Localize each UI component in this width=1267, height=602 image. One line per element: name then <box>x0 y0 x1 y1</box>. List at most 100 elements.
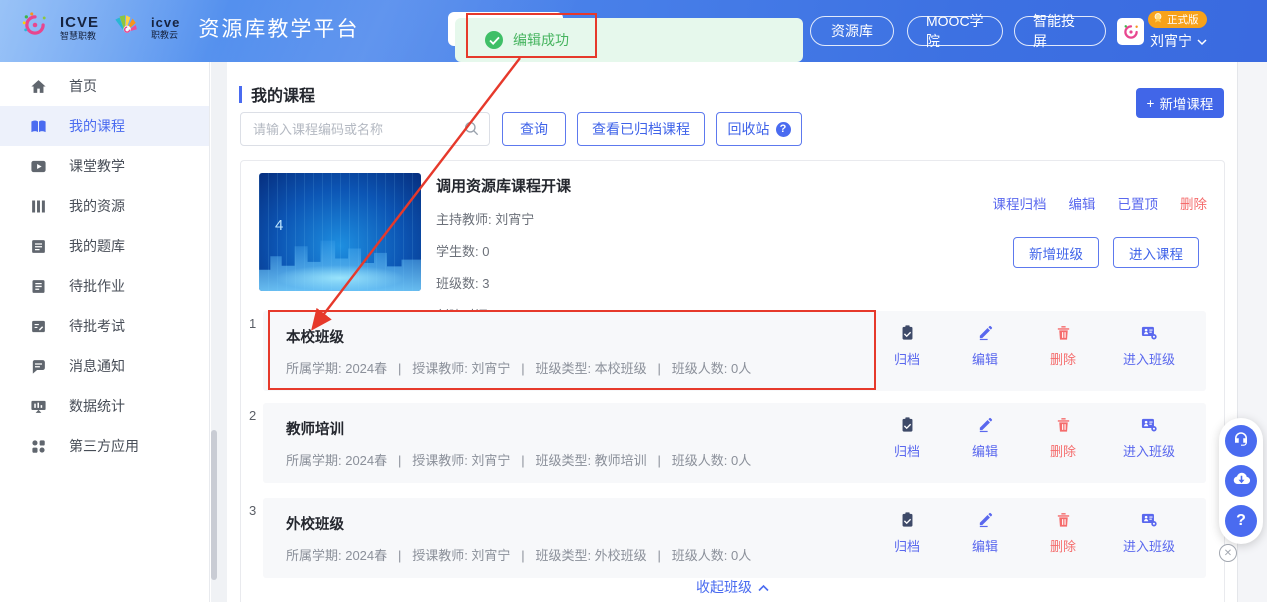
delete-icon <box>1055 416 1072 436</box>
sidebar-item-messages[interactable]: 消息通知 <box>0 346 209 386</box>
archive-action[interactable]: 归档 <box>884 511 930 555</box>
page-title: 我的课程 <box>239 82 315 106</box>
row-index: 1 <box>249 316 257 331</box>
plus-icon: + <box>1146 95 1155 111</box>
row-index: 3 <box>249 503 257 518</box>
class-row[interactable]: 3 外校班级 所属学期: 2024春 | 授课教师: 刘宵宁 | 班级类型: 外… <box>249 498 1206 578</box>
course-card: 4 调用资源库课程开课 主持教师: 刘宵宁 学生数: 0 班级数: 3 创建时间… <box>240 160 1225 602</box>
page: ICVE 智慧职教 icve 职教云 资源库教学平台 资源库 MOOC学院 智能… <box>0 0 1267 602</box>
sidebar-item-classroom[interactable]: 课堂教学 <box>0 146 209 186</box>
download-button[interactable] <box>1225 465 1257 497</box>
sidebar-item-label: 数据统计 <box>69 398 125 414</box>
delete-action[interactable]: 删除 <box>1040 511 1086 555</box>
sidebar-item-exams[interactable]: 待批考试 <box>0 306 209 346</box>
question-bank-icon <box>30 238 47 255</box>
archive-icon <box>899 324 916 344</box>
statistics-icon <box>30 398 47 415</box>
sidebar-item-label: 首页 <box>69 78 97 94</box>
nav-screencast-button[interactable]: 智能投屏 <box>1014 13 1106 49</box>
class-row[interactable]: 1 本校班级 所属学期: 2024春 | 授课教师: 刘宵宁 | 班级类型: 本… <box>249 311 1206 391</box>
question-icon: ? <box>1236 512 1246 529</box>
edit-icon <box>977 511 994 531</box>
delete-action[interactable]: 删除 <box>1040 324 1086 368</box>
search-icon[interactable] <box>463 120 481 138</box>
sidebar-item-home[interactable]: 首页 <box>0 66 209 106</box>
edit-icon <box>977 324 994 344</box>
edit-action[interactable]: 编辑 <box>962 416 1008 460</box>
delete-action[interactable]: 删除 <box>1040 416 1086 460</box>
delete-icon <box>1055 324 1072 344</box>
brand1-sub: 智慧职教 <box>60 30 97 41</box>
edit-action[interactable]: 编辑 <box>962 324 1008 368</box>
sidebar-item-my-courses[interactable]: 我的课程 <box>0 106 209 146</box>
delete-label: 删除 <box>1049 539 1076 554</box>
edit-label: 编辑 <box>971 444 998 459</box>
course-thumbnail[interactable]: 4 <box>259 173 421 291</box>
enter-class-action[interactable]: 进入班级 <box>1118 416 1180 460</box>
sidebar-item-my-resources[interactable]: 我的资源 <box>0 186 209 226</box>
archive-icon <box>899 511 916 531</box>
course-delete-link[interactable]: 删除 <box>1180 193 1207 213</box>
enter-class-icon <box>1140 324 1158 344</box>
archive-label: 归档 <box>893 352 920 367</box>
sidebar-item-label: 待批作业 <box>69 278 125 294</box>
success-toast: 编辑成功 <box>455 18 803 62</box>
success-check-icon <box>485 31 503 49</box>
course-pinned-link[interactable]: 已置顶 <box>1118 193 1159 213</box>
recycle-label: 回收站 <box>727 121 770 137</box>
edit-action[interactable]: 编辑 <box>962 511 1008 555</box>
archive-action[interactable]: 归档 <box>884 416 930 460</box>
nav-resource-lib-button[interactable]: 资源库 <box>810 16 894 46</box>
recycle-bin-button[interactable]: 回收站 ? <box>716 112 802 146</box>
scrollbar-thumb[interactable] <box>211 430 217 580</box>
class-name: 外校班级 <box>286 517 344 533</box>
class-meta: 所属学期: 2024春 | 授课教师: 刘宵宁 | 班级类型: 教师培训 | 班… <box>286 453 752 468</box>
enter-class-label: 进入班级 <box>1122 444 1175 459</box>
enter-class-action[interactable]: 进入班级 <box>1118 324 1180 368</box>
home-icon <box>30 78 47 95</box>
row-actions: 归档 编辑 删除 进入班级 <box>884 324 1180 368</box>
sidebar-item-statistics[interactable]: 数据统计 <box>0 386 209 426</box>
sidebar-item-third-party[interactable]: 第三方应用 <box>0 426 209 466</box>
help-button[interactable]: ? <box>1225 505 1257 537</box>
class-row[interactable]: 2 教师培训 所属学期: 2024春 | 授课教师: 刘宵宁 | 班级类型: 教… <box>249 403 1206 483</box>
brand1-text: ICVE 智慧职教 <box>60 15 99 41</box>
add-class-button[interactable]: 新增班级 <box>1013 237 1099 268</box>
enter-class-action[interactable]: 进入班级 <box>1118 511 1180 555</box>
resources-icon <box>30 198 47 215</box>
course-search-input[interactable] <box>240 112 490 146</box>
course-info: 调用资源库课程开课 主持教师: 刘宵宁 学生数: 0 班级数: 3 创建时间: … <box>436 175 616 324</box>
user-menu[interactable]: 刘宵宁 <box>1150 31 1207 51</box>
classroom-icon <box>30 158 47 175</box>
chevron-down-icon <box>1197 33 1207 49</box>
delete-icon <box>1055 511 1072 531</box>
class-meta: 所属学期: 2024春 | 授课教师: 刘宵宁 | 班级类型: 本校班级 | 班… <box>286 361 752 376</box>
nav-mooc-button[interactable]: MOOC学院 <box>907 13 1003 49</box>
course-link-actions: 课程归档 编辑 已置顶 删除 <box>993 193 1208 213</box>
archive-action[interactable]: 归档 <box>884 324 930 368</box>
sidebar-item-label: 第三方应用 <box>69 438 139 454</box>
page-title-text: 我的课程 <box>251 88 316 105</box>
course-archive-link[interactable]: 课程归档 <box>993 193 1047 213</box>
sidebar-item-label: 待批考试 <box>69 318 125 334</box>
query-button[interactable]: 查询 <box>502 112 566 146</box>
course-edit-link[interactable]: 编辑 <box>1069 193 1096 213</box>
add-course-button[interactable]: + 新增课程 <box>1136 88 1224 118</box>
enter-course-button[interactable]: 进入课程 <box>1113 237 1199 268</box>
toast-message: 编辑成功 <box>513 32 569 48</box>
view-archived-button[interactable]: 查看已归档课程 <box>577 112 705 146</box>
row-index: 2 <box>249 408 257 423</box>
icve-fan-logo-icon <box>111 12 139 43</box>
message-icon <box>30 358 47 375</box>
sidebar-item-question-bank[interactable]: 我的题库 <box>0 226 209 266</box>
class-name: 教师培训 <box>286 422 344 438</box>
close-icon[interactable]: ✕ <box>1219 544 1237 562</box>
enter-class-icon <box>1140 511 1158 531</box>
brand-area: ICVE 智慧职教 icve 职教云 资源库教学平台 <box>22 12 359 43</box>
sidebar-item-homework[interactable]: 待批作业 <box>0 266 209 306</box>
customer-service-button[interactable] <box>1225 425 1257 457</box>
collapse-classes-link[interactable]: 收起班级 <box>241 577 1224 597</box>
sidebar-item-label: 我的题库 <box>69 238 125 254</box>
enter-class-label: 进入班级 <box>1122 539 1175 554</box>
avatar[interactable] <box>1117 18 1144 45</box>
